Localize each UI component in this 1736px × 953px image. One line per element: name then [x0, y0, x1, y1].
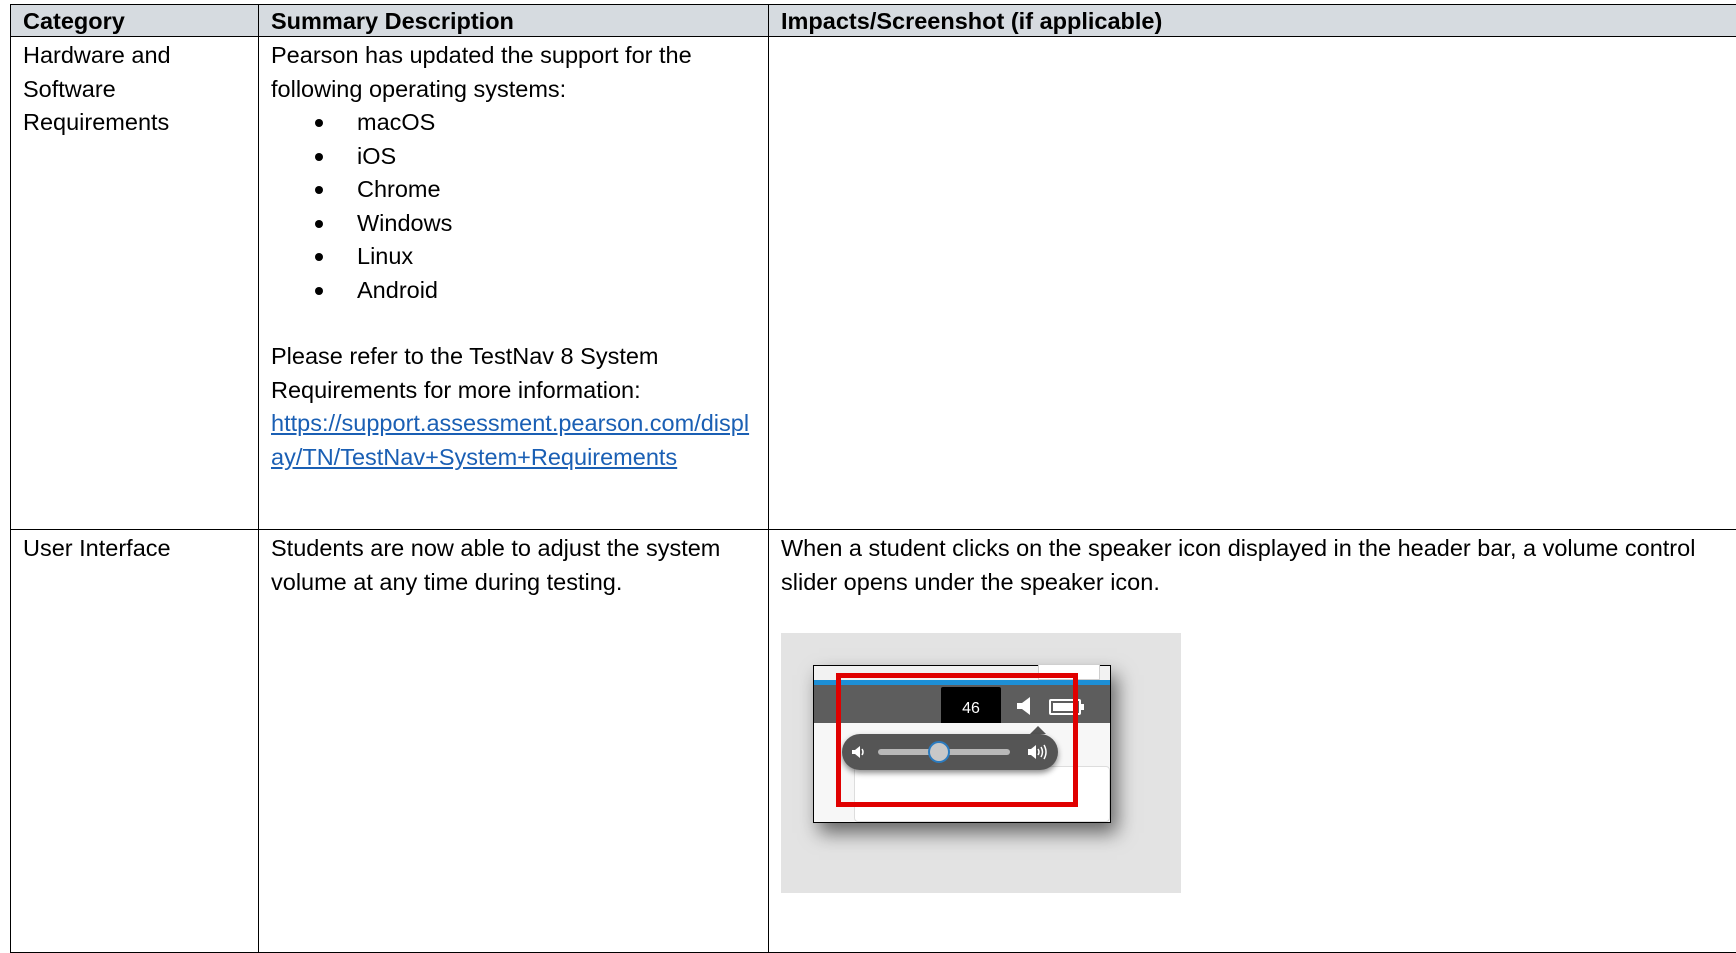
- summary-refer-text: Please refer to the TestNav 8 System Req…: [271, 340, 756, 407]
- release-notes-table: Category Summary Description Impacts/Scr…: [10, 4, 1736, 953]
- volume-slider-screenshot: 46: [781, 633, 1181, 893]
- list-item: Windows: [271, 207, 756, 241]
- list-item: Chrome: [271, 173, 756, 207]
- impacts-text: When a student clicks on the speaker ico…: [781, 532, 1736, 599]
- table-row: User Interface Students are now able to …: [11, 530, 1736, 953]
- list-item: macOS: [271, 106, 756, 140]
- table-header-row: Category Summary Description Impacts/Scr…: [11, 5, 1736, 37]
- impacts-cell: When a student clicks on the speaker ico…: [769, 530, 1736, 953]
- summary-text: Students are now able to adjust the syst…: [271, 532, 756, 599]
- list-item: iOS: [271, 140, 756, 174]
- spacer: [271, 307, 756, 340]
- battery-tip: [1081, 704, 1084, 710]
- category-text: Hardware and Software Requirements: [23, 39, 223, 140]
- summary-intro: Pearson has updated the support for the …: [271, 39, 756, 106]
- header-impacts-screenshot: Impacts/Screenshot (if applicable): [769, 5, 1736, 37]
- summary-cell: Pearson has updated the support for the …: [259, 37, 769, 530]
- header-category: Category: [11, 5, 259, 37]
- header-summary-description: Summary Description: [259, 5, 769, 37]
- list-item: Android: [271, 274, 756, 308]
- summary-cell: Students are now able to adjust the syst…: [259, 530, 769, 953]
- system-requirements-link[interactable]: https://support.assessment.pearson.com/d…: [271, 410, 749, 470]
- category-text: User Interface: [23, 532, 246, 566]
- impacts-cell: [769, 37, 1736, 530]
- table-row: Hardware and Software Requirements Pears…: [11, 37, 1736, 530]
- category-cell: Hardware and Software Requirements: [11, 37, 259, 530]
- list-item: Linux: [271, 240, 756, 274]
- os-list: macOS iOS Chrome Windows Linux Android: [271, 106, 756, 307]
- category-cell: User Interface: [11, 530, 259, 953]
- red-highlight-box: [836, 673, 1078, 807]
